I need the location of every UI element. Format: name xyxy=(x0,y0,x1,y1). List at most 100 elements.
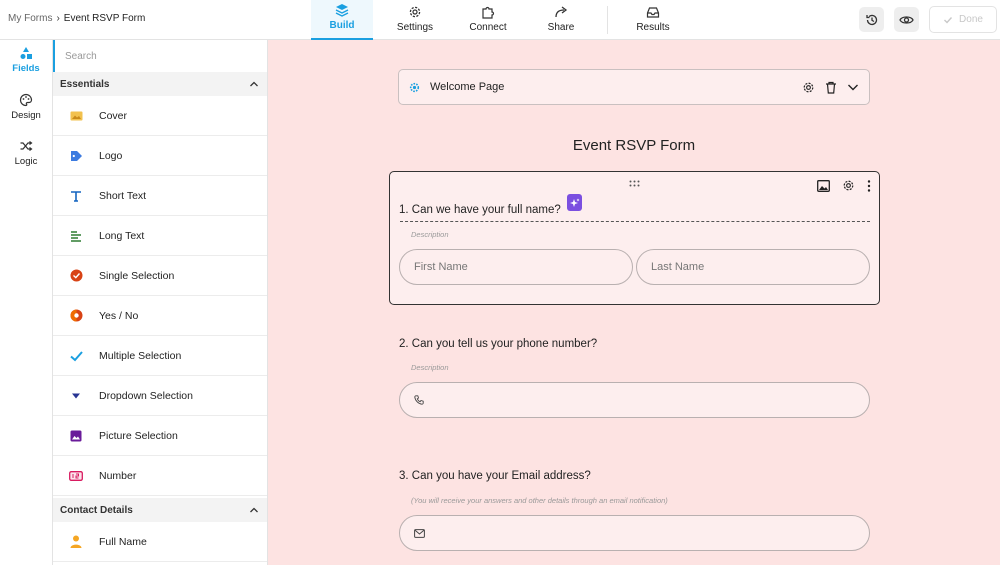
rail-fields-label: Fields xyxy=(12,63,40,74)
welcome-page-bar[interactable]: Welcome Page xyxy=(398,69,870,105)
preview-button[interactable] xyxy=(894,7,919,32)
rail-fields[interactable]: Fields xyxy=(0,46,52,74)
field-cover[interactable]: Cover xyxy=(53,96,267,136)
more-vertical-icon[interactable] xyxy=(867,179,871,192)
shuffle-icon xyxy=(20,141,33,151)
welcome-page-label: Welcome Page xyxy=(430,81,505,93)
caret-down-icon xyxy=(72,393,80,398)
share-arrow-icon xyxy=(555,6,568,18)
field-short-text[interactable]: Short Text xyxy=(53,176,267,216)
last-name-field[interactable]: Last Name xyxy=(636,249,870,285)
section-contact-title: Contact Details xyxy=(60,504,133,516)
tab-build[interactable]: Build xyxy=(311,0,373,40)
phone-icon xyxy=(414,395,424,405)
person-icon xyxy=(70,535,82,548)
palette-icon xyxy=(19,93,33,107)
tab-settings[interactable]: Settings xyxy=(389,0,441,40)
field-label: Cover xyxy=(99,109,128,122)
layers-icon xyxy=(335,4,349,17)
form-canvas: Welcome Page Event RSVP Form 1. Can we h… xyxy=(268,40,1000,565)
question-2-text[interactable]: 2. Can you tell us your phone number? xyxy=(399,338,597,350)
first-name-field[interactable]: First Name xyxy=(399,249,633,285)
phone-field[interactable] xyxy=(399,382,870,418)
check-icon xyxy=(944,16,953,24)
sparkle-icon xyxy=(569,198,579,207)
field-label: Short Text xyxy=(99,189,147,202)
section-essentials-title: Essentials xyxy=(60,78,110,90)
form-title[interactable]: Event RSVP Form xyxy=(268,137,1000,154)
tab-share-label: Share xyxy=(547,22,575,33)
question-3-text[interactable]: 3. Can you have your Email address? xyxy=(399,470,591,482)
gear-icon xyxy=(409,6,421,18)
field-dropdown-selection[interactable]: Dropdown Selection xyxy=(53,376,267,416)
paragraph-icon xyxy=(71,230,81,242)
rail-logic[interactable]: Logic xyxy=(0,139,52,167)
tab-settings-label: Settings xyxy=(396,22,434,33)
done-button[interactable]: Done xyxy=(929,6,997,33)
tab-results[interactable]: Results xyxy=(628,0,678,40)
tag-icon xyxy=(70,150,82,161)
envelope-icon xyxy=(414,528,425,538)
tab-build-label: Build xyxy=(329,20,355,31)
drag-handle-icon[interactable] xyxy=(629,180,640,187)
tab-results-label: Results xyxy=(636,22,670,33)
field-label: Full Name xyxy=(99,535,147,548)
top-bar: My Forms › Event RSVP Form Build Setting… xyxy=(0,0,1000,40)
question-card-1[interactable]: 1. Can we have your full name? Descripti… xyxy=(389,171,880,305)
history-icon xyxy=(865,14,877,25)
field-label: Logo xyxy=(99,149,123,162)
section-essentials[interactable]: Essentials xyxy=(53,72,267,96)
image-icon[interactable] xyxy=(817,179,830,192)
search-box xyxy=(53,40,267,72)
chevron-down-icon[interactable] xyxy=(847,81,859,93)
field-label: Single Selection xyxy=(99,269,175,282)
question-3-description[interactable]: (You will receive your answers and other… xyxy=(411,496,668,505)
question-1-description[interactable]: Description xyxy=(411,230,449,239)
rail-logic-label: Logic xyxy=(14,156,38,167)
yes-no-icon xyxy=(70,309,82,322)
image-icon xyxy=(70,111,82,120)
ai-assist-button[interactable] xyxy=(567,194,582,211)
radio-check-icon xyxy=(70,269,82,282)
section-contact-details[interactable]: Contact Details xyxy=(53,498,267,522)
text-t-icon xyxy=(71,190,81,202)
field-picture-selection[interactable]: Picture Selection xyxy=(53,416,267,456)
field-long-text[interactable]: Long Text xyxy=(53,216,267,256)
tab-connect[interactable]: Connect xyxy=(462,0,514,40)
field-label: Yes / No xyxy=(99,309,139,322)
email-field[interactable] xyxy=(399,515,870,551)
sparkle-gear-icon xyxy=(409,82,420,92)
rail-design[interactable]: Design xyxy=(0,93,52,121)
field-yes-no[interactable]: Yes / No xyxy=(53,296,267,336)
breadcrumb: My Forms › Event RSVP Form xyxy=(8,13,145,24)
history-button[interactable] xyxy=(859,7,884,32)
field-panel: Essentials Cover Logo Short Text Long Te… xyxy=(53,40,268,565)
field-full-name[interactable]: Full Name xyxy=(53,522,267,562)
field-logo[interactable]: Logo xyxy=(53,136,267,176)
question-1-text[interactable]: 1. Can we have your full name? xyxy=(399,204,561,216)
shapes-icon xyxy=(20,47,32,59)
first-name-placeholder: First Name xyxy=(414,261,468,273)
field-label: Long Text xyxy=(99,229,145,242)
field-label: Picture Selection xyxy=(99,429,178,442)
tab-connect-label: Connect xyxy=(469,22,507,33)
tab-share[interactable]: Share xyxy=(537,0,585,40)
search-input[interactable] xyxy=(55,40,267,72)
done-label: Done xyxy=(959,14,983,25)
field-single-selection[interactable]: Single Selection xyxy=(53,256,267,296)
trash-icon[interactable] xyxy=(825,81,837,94)
rail-design-label: Design xyxy=(11,110,41,121)
question-1-underline xyxy=(400,221,870,222)
gear-icon[interactable] xyxy=(842,179,855,192)
breadcrumb-separator: › xyxy=(56,13,60,24)
field-number[interactable]: Number xyxy=(53,456,267,496)
chevron-up-icon xyxy=(250,81,258,87)
breadcrumb-my-forms[interactable]: My Forms xyxy=(8,13,52,24)
last-name-placeholder: Last Name xyxy=(651,261,705,273)
field-label: Dropdown Selection xyxy=(99,389,193,402)
field-multiple-selection[interactable]: Multiple Selection xyxy=(53,336,267,376)
gear-icon[interactable] xyxy=(802,81,815,94)
puzzle-icon xyxy=(482,6,495,19)
breadcrumb-current: Event RSVP Form xyxy=(63,13,146,24)
question-2-description[interactable]: Description xyxy=(411,363,449,372)
